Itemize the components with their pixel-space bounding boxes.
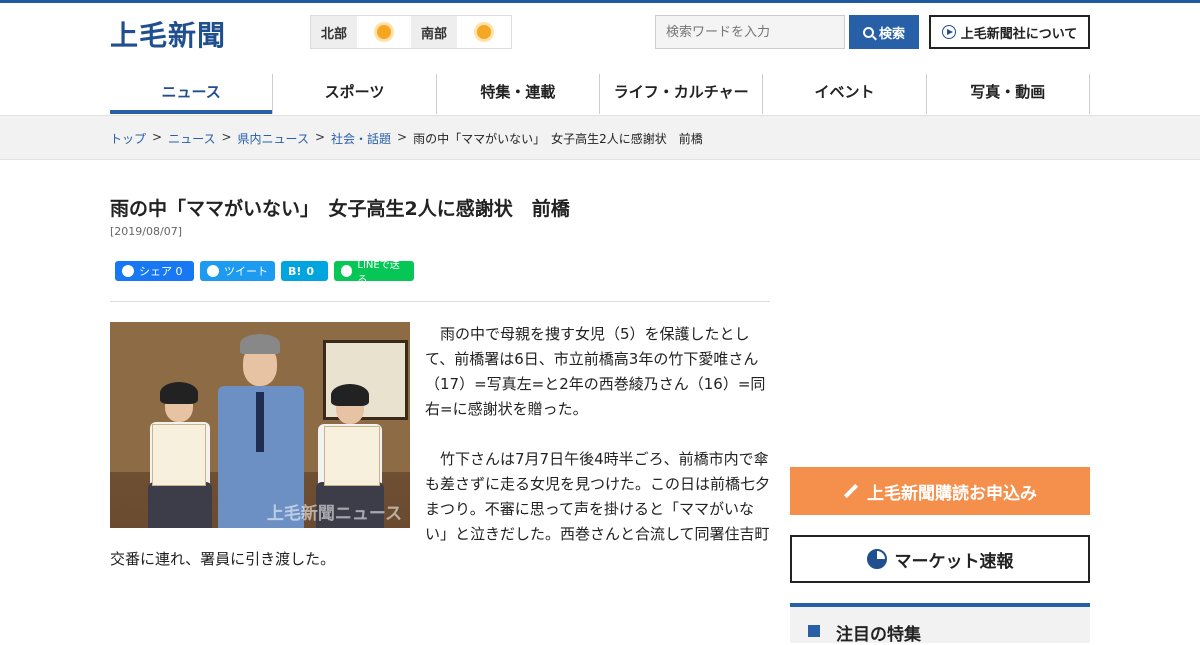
main-nav: ニュース スポーツ 特集・連載 ライフ・カルチャー イベント 写真・動画 [110,74,1090,114]
about-company-button[interactable]: 上毛新聞社について [929,15,1090,49]
weather-widget[interactable]: 北部 南部 [310,15,512,49]
breadcrumb-bar: トップ > ニュース > 県内ニュース > 社会・話題 > 雨の中「ママがいない… [0,115,1200,160]
subscribe-button[interactable]: 上毛新聞購読お申込み [790,467,1090,515]
search-input[interactable] [655,15,845,49]
twitter-icon [207,265,219,277]
article-photo[interactable]: 上毛新聞ニュース [110,322,410,528]
breadcrumb-news[interactable]: ニュース [168,130,215,147]
divider [110,301,770,302]
facebook-icon [122,265,134,277]
twitter-share-button[interactable]: ツイート [200,261,275,281]
nav-item-life-culture[interactable]: ライフ・カルチャー [598,74,762,114]
nav-item-news[interactable]: ニュース [110,74,273,114]
breadcrumb-current: 雨の中「ママがいない」 女子高生2人に感謝状 前橋 [413,132,703,146]
market-news-button[interactable]: マーケット速報 [790,535,1090,583]
pencil-icon [843,483,859,499]
search-button[interactable]: 検索 [849,15,919,49]
facebook-share-button[interactable]: シェア 0 [115,261,194,281]
breadcrumb-top[interactable]: トップ [110,130,146,147]
site-logo[interactable]: 上毛新聞 [110,14,226,54]
hatena-bookmark-button[interactable]: B! 0 [281,261,328,281]
search-icon [862,26,874,38]
article-date: [2019/08/07] [110,225,182,238]
breadcrumb-local-news[interactable]: 県内ニュース [238,130,309,147]
share-buttons: シェア 0 ツイート B! 0 LINEで送る [115,260,414,286]
nav-item-sports[interactable]: スポーツ [272,74,435,114]
hatena-icon: B! [288,264,302,278]
pie-chart-icon [866,549,887,569]
line-icon [341,265,353,277]
featured-heading: 注目の特集 [836,625,921,645]
breadcrumb: トップ > ニュース > 県内ニュース > 社会・話題 > 雨の中「ママがいない… [110,130,703,147]
nav-item-photo-video[interactable]: 写真・動画 [925,74,1090,114]
breadcrumb-society[interactable]: 社会・話題 [331,130,391,147]
nav-item-features[interactable]: 特集・連載 [435,74,599,114]
weather-region-south: 南部 [411,16,457,48]
sun-icon [457,16,511,48]
square-bullet-icon [808,625,820,637]
play-circle-icon [941,25,956,39]
line-share-button[interactable]: LINEで送る [334,260,414,286]
nav-item-events[interactable]: イベント [762,74,925,114]
featured-section: 注目の特集 [790,603,1090,645]
article-title: 雨の中「ママがいない」 女子高生2人に感謝状 前橋 [110,198,570,220]
weather-region-north: 北部 [311,16,357,48]
top-accent-line [0,0,1200,3]
photo-watermark: 上毛新聞ニュース [266,504,402,524]
sun-cloud-icon [357,16,411,48]
